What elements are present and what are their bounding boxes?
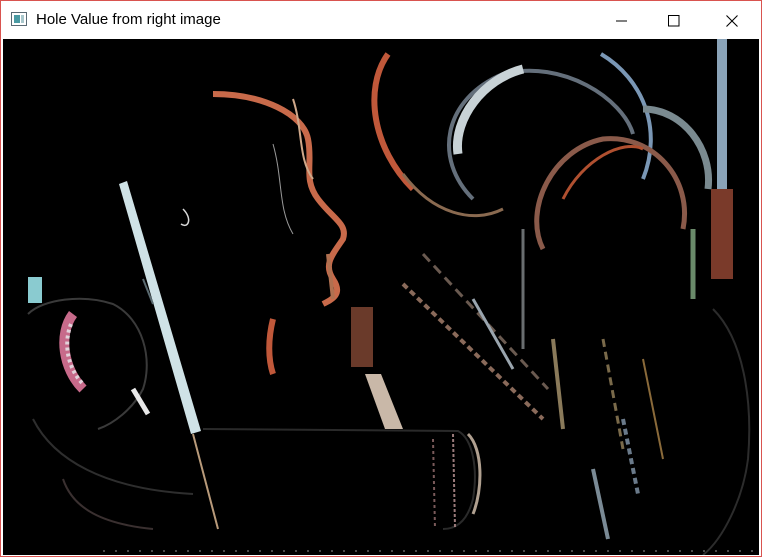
minimize-button[interactable] bbox=[598, 1, 644, 39]
close-icon bbox=[726, 15, 738, 27]
title-bar[interactable]: Hole Value from right image bbox=[1, 1, 761, 39]
minimize-icon bbox=[616, 20, 627, 22]
maximize-icon bbox=[668, 15, 680, 27]
image-canvas[interactable] bbox=[3, 39, 759, 555]
close-button[interactable] bbox=[708, 1, 754, 39]
maximize-button[interactable] bbox=[650, 1, 696, 39]
hole-value-image bbox=[27, 39, 759, 555]
window-title: Hole Value from right image bbox=[36, 11, 221, 28]
app-window: Hole Value from right image bbox=[0, 0, 762, 557]
opencv-window-icon bbox=[11, 12, 27, 26]
